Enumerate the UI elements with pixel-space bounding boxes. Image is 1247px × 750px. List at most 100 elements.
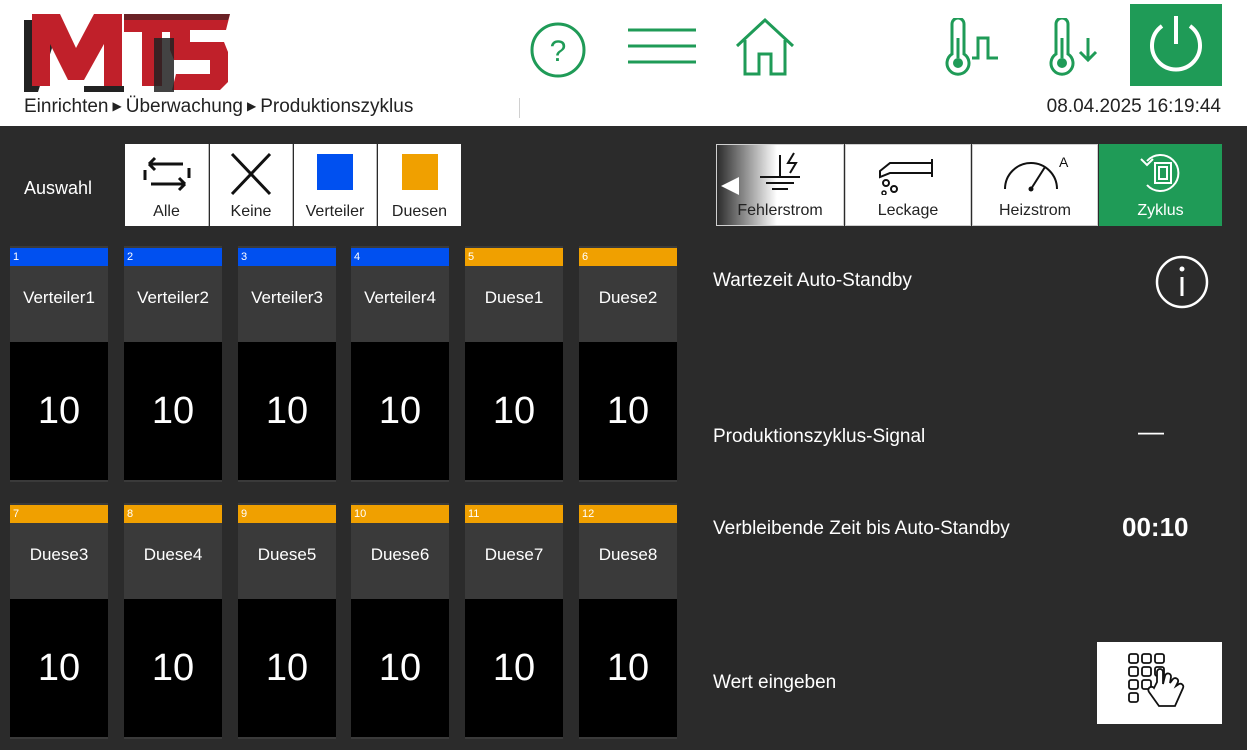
zone-tile[interactable]: 5 Duese1 10 bbox=[465, 246, 563, 482]
power-button[interactable] bbox=[1130, 4, 1222, 86]
zone-tile[interactable]: 6 Duese2 10 bbox=[579, 246, 677, 482]
blue-square-icon bbox=[317, 154, 353, 190]
zone-tile[interactable]: 1 Verteiler1 10 bbox=[10, 246, 108, 482]
select-all-button[interactable]: Alle bbox=[125, 144, 209, 226]
zone-name: Verteiler4 bbox=[364, 288, 436, 307]
zone-tile[interactable]: 4 Verteiler4 10 bbox=[351, 246, 449, 482]
breadcrumb-separator-icon: ▶ bbox=[246, 99, 257, 113]
remaining-time-label: Verbleibende Zeit bis Auto-Standby bbox=[713, 518, 1010, 539]
select-none-label: Keine bbox=[230, 203, 272, 220]
tab-zyklus[interactable]: Zyklus bbox=[1099, 144, 1222, 226]
zone-tile[interactable]: 10 Duese6 10 bbox=[351, 503, 449, 739]
tab-label: Zyklus bbox=[1137, 202, 1184, 219]
power-icon bbox=[1150, 16, 1202, 72]
zone-name: Verteiler3 bbox=[251, 288, 323, 307]
zone-number-bar: 6 bbox=[579, 248, 677, 266]
zone-name: Verteiler2 bbox=[137, 288, 209, 307]
zone-name: Duese6 bbox=[370, 545, 430, 564]
home-icon[interactable] bbox=[733, 16, 797, 78]
select-duesen-button[interactable]: Duesen bbox=[378, 144, 461, 226]
zone-number-bar: 2 bbox=[124, 248, 222, 266]
svg-text:A: A bbox=[1059, 154, 1069, 170]
cycle-icon bbox=[1139, 154, 1179, 192]
zone-value: 10 bbox=[465, 342, 563, 480]
zone-number-bar: 10 bbox=[351, 505, 449, 523]
info-icon[interactable] bbox=[1154, 254, 1210, 310]
select-all-label: Alle bbox=[153, 203, 180, 220]
zone-value: 10 bbox=[465, 599, 563, 737]
leakage-icon bbox=[879, 159, 933, 195]
zone-tile[interactable]: 9 Duese5 10 bbox=[238, 503, 336, 739]
breadcrumb-item[interactable]: Überwachung bbox=[126, 96, 243, 117]
select-verteiler-button[interactable]: Verteiler bbox=[294, 144, 377, 226]
scroll-left-icon[interactable] bbox=[719, 175, 741, 197]
zone-number-bar: 9 bbox=[238, 505, 336, 523]
zone-value: 10 bbox=[579, 342, 677, 480]
zone-number-bar: 11 bbox=[465, 505, 563, 523]
tab-fehlerstrom[interactable]: Fehlerstrom bbox=[716, 144, 844, 226]
breadcrumb-separator-icon: ▶ bbox=[112, 99, 122, 113]
tab-label: Heizstrom bbox=[998, 202, 1071, 219]
signal-label: Produktionszyklus-Signal bbox=[713, 426, 926, 447]
zone-name: Duese2 bbox=[598, 288, 658, 307]
close-icon bbox=[230, 152, 272, 196]
zone-name: Duese1 bbox=[484, 288, 544, 307]
zone-name: Duese4 bbox=[143, 545, 203, 564]
zone-tile[interactable]: 8 Duese4 10 bbox=[124, 503, 222, 739]
keypad-button[interactable] bbox=[1097, 642, 1222, 724]
zone-tile[interactable]: 7 Duese3 10 bbox=[10, 503, 108, 739]
header-bar: Einrichten ▶ Überwachung ▶ Produktionszyklus… bbox=[0, 0, 1247, 126]
ammeter-icon: A bbox=[1004, 154, 1069, 192]
thermometer-down-icon[interactable] bbox=[1046, 18, 1104, 76]
zone-tile[interactable]: 2 Verteiler2 10 bbox=[124, 246, 222, 482]
zone-tile[interactable]: 3 Verteiler3 10 bbox=[238, 246, 336, 482]
zone-number-bar: 5 bbox=[465, 248, 563, 266]
menu-icon[interactable] bbox=[626, 24, 698, 68]
tab-leckage[interactable]: Leckage bbox=[845, 144, 971, 226]
zone-value: 10 bbox=[351, 599, 449, 737]
zone-value: 10 bbox=[351, 342, 449, 480]
selection-label: Auswahl bbox=[24, 178, 93, 198]
thermometer-pulse-icon[interactable] bbox=[942, 18, 1004, 76]
zone-value: 10 bbox=[10, 342, 108, 480]
select-verteiler-label: Verteiler bbox=[305, 203, 365, 220]
zone-panel: Auswahl Alle Keine Verteiler Duesen 1 Ver… bbox=[0, 126, 690, 750]
tab-heizstrom[interactable]: A Heizstrom bbox=[972, 144, 1098, 226]
zone-number-bar: 12 bbox=[579, 505, 677, 523]
enter-value-label: Wert eingeben bbox=[713, 672, 837, 693]
tab-label: Leckage bbox=[877, 202, 939, 219]
zone-value: 10 bbox=[10, 599, 108, 737]
zone-value: 10 bbox=[124, 599, 222, 737]
datetime: 08.04.2025 16:19:44 bbox=[1046, 96, 1221, 117]
keypad-icon bbox=[1128, 653, 1185, 707]
breadcrumb: Einrichten ▶ Überwachung ▶ Produktionszyklus bbox=[24, 96, 413, 118]
zone-name: Verteiler1 bbox=[23, 288, 95, 307]
remaining-time-value: 00:10 bbox=[1122, 512, 1189, 542]
tab-label: Fehlerstrom bbox=[737, 202, 823, 219]
zone-tile[interactable]: 12 Duese8 10 bbox=[579, 503, 677, 739]
orange-square-icon bbox=[401, 154, 438, 190]
zone-name: Duese8 bbox=[598, 545, 658, 564]
select-all-icon bbox=[143, 156, 190, 192]
divider bbox=[519, 98, 520, 118]
signal-value: — bbox=[1138, 416, 1164, 446]
mts-logo bbox=[24, 14, 230, 92]
wait-time-label: Wartezeit Auto-Standby bbox=[713, 270, 912, 291]
zone-value: 10 bbox=[238, 342, 336, 480]
select-none-button[interactable]: Keine bbox=[210, 144, 293, 226]
zone-value: 10 bbox=[238, 599, 336, 737]
svg-text:?: ? bbox=[550, 35, 567, 68]
help-icon[interactable]: ? bbox=[528, 20, 588, 80]
zone-number-bar: 4 bbox=[351, 248, 449, 266]
zone-name: Duese7 bbox=[484, 545, 544, 564]
zone-number-bar: 7 bbox=[10, 505, 108, 523]
select-duesen-label: Duesen bbox=[391, 203, 448, 220]
zone-value: 10 bbox=[124, 342, 222, 480]
zone-tile[interactable]: 11 Duese7 10 bbox=[465, 503, 563, 739]
zone-value: 10 bbox=[579, 599, 677, 737]
breadcrumb-item[interactable]: Produktionszyklus bbox=[260, 96, 413, 117]
zone-name: Duese5 bbox=[257, 545, 317, 564]
zone-number-bar: 1 bbox=[10, 248, 108, 266]
breadcrumb-item[interactable]: Einrichten bbox=[24, 96, 109, 117]
zone-number-bar: 3 bbox=[238, 248, 336, 266]
